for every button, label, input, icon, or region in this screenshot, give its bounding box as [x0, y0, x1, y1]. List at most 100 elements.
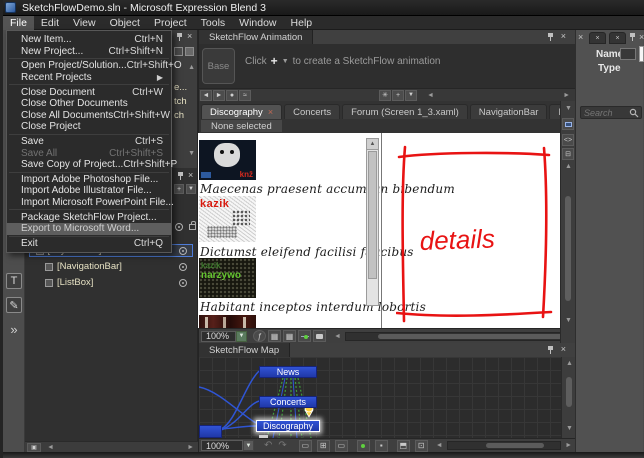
panel-tab[interactable]: ×	[609, 32, 626, 44]
scroll-down-icon[interactable]: ▼	[188, 150, 195, 157]
menu-item-open-project[interactable]: Open Project/Solution... Ctrl+Shift+O	[7, 60, 182, 72]
add-animation-icon[interactable]: +	[174, 184, 184, 194]
keyframe-icon[interactable]: ✳	[379, 89, 391, 101]
scrollbar-thumb[interactable]	[565, 196, 571, 301]
map-node-current-partial[interactable]	[199, 425, 222, 438]
zoom-dropdown-icon[interactable]: ▼	[236, 330, 247, 342]
name-input[interactable]	[620, 48, 636, 60]
animation-panel-tab[interactable]: SketchFlow Animation	[199, 30, 314, 44]
scrollbar-thumb[interactable]	[368, 151, 377, 279]
close-icon[interactable]: ×	[187, 32, 192, 41]
map-zoom-combo[interactable]: 100%	[201, 440, 243, 451]
go-first-frame-icon[interactable]: ◄	[200, 89, 212, 101]
map-vscrollbar[interactable]: ▲ ▼	[561, 357, 576, 438]
menu-item-recent-projects[interactable]: Recent Projects ▶	[7, 72, 171, 84]
annotation-bubble-icon[interactable]	[313, 330, 326, 342]
add-animation-plus-icon[interactable]: +	[271, 54, 278, 68]
menu-item-save[interactable]: Save Ctrl+S	[7, 136, 171, 148]
scroll-down-icon[interactable]: ▼	[565, 317, 572, 324]
artboard[interactable]: knž Maecenas praesent accumsan bibendum …	[198, 133, 560, 328]
album-thumbnail[interactable]: knž	[199, 140, 256, 180]
dropdown-icon[interactable]: ▼	[282, 58, 289, 65]
add-keyframe-icon[interactable]: +	[392, 89, 404, 101]
scroll-up-icon[interactable]: ▲	[188, 64, 195, 71]
menu-edit[interactable]: Edit	[34, 16, 66, 30]
text-tool-icon[interactable]: T	[6, 273, 22, 289]
map-node-concerts[interactable]: Concerts	[259, 396, 317, 408]
album-thumbnail-partial[interactable]	[199, 315, 256, 328]
scroll-right-icon[interactable]: ►	[563, 92, 570, 99]
dropdown-icon[interactable]: ▼	[186, 184, 196, 194]
add-screen-icon[interactable]: ▭	[298, 439, 312, 452]
album-thumbnail[interactable]: kazik	[199, 196, 256, 242]
menu-item-package-sketchflow[interactable]: Package SketchFlow Project...	[7, 211, 171, 223]
map-canvas[interactable]: News Concerts Discography	[199, 357, 561, 438]
ease-wave-icon[interactable]: ≈	[239, 89, 251, 101]
menu-file[interactable]: File	[3, 15, 34, 30]
tab-forum[interactable]: Forum (Screen 1_3.xaml)	[342, 104, 468, 119]
asset-shape-tool-icon[interactable]: ✎	[6, 297, 22, 313]
map-hscrollbar[interactable]	[446, 441, 562, 450]
record-icon[interactable]: ●	[226, 89, 238, 101]
menu-tools[interactable]: Tools	[194, 16, 233, 30]
add-annotation-icon[interactable]: ▭	[334, 439, 348, 452]
menu-object[interactable]: Object	[103, 16, 147, 30]
tab-navigationbar[interactable]: NavigationBar	[469, 104, 548, 119]
pin-icon[interactable]	[547, 346, 554, 355]
map-node-discography[interactable]: Discography	[256, 420, 320, 432]
add-component-screen-icon[interactable]: ⊞	[316, 439, 330, 452]
menu-item-close-all-documents[interactable]: Close All Documents Ctrl+Shift+W	[7, 110, 171, 122]
scrollbar-thumb[interactable]	[566, 377, 572, 407]
menu-project[interactable]: Project	[147, 16, 194, 30]
artboard-hscrollbar[interactable]	[344, 331, 571, 341]
menu-item-save-copy-of-project[interactable]: Save Copy of Project... Ctrl+Shift+P	[7, 159, 177, 171]
scroll-up-icon[interactable]: ▲	[566, 360, 573, 367]
menu-item-export-to-word[interactable]: Export to Microsoft Word...	[7, 222, 171, 235]
snap-grid-icon[interactable]: ▦	[283, 330, 296, 342]
scroll-down-icon[interactable]: ▼	[566, 425, 573, 432]
tab-concerts[interactable]: Concerts	[284, 104, 341, 119]
scroll-up-icon[interactable]: ▲	[367, 139, 378, 150]
close-icon[interactable]: ×	[188, 171, 193, 180]
scrollbar-thumb[interactable]	[485, 443, 544, 448]
project-file-fragment[interactable]: e...	[174, 82, 187, 93]
scroll-left-icon[interactable]: ◄	[47, 444, 54, 451]
close-icon[interactable]: ×	[561, 345, 566, 354]
menu-help[interactable]: Help	[284, 16, 320, 30]
menu-item-import-illustrator[interactable]: Import Adobe Illustrator File...	[7, 185, 171, 197]
album-thumbnail[interactable]: kazik narzywo	[199, 258, 256, 298]
tree-item-listbox[interactable]: [ListBox]	[29, 276, 193, 289]
menu-item-import-powerpoint[interactable]: Import Microsoft PowerPoint File...	[7, 197, 174, 209]
menu-item-new-item[interactable]: New Item... Ctrl+N	[7, 34, 171, 46]
tab-discography[interactable]: Discography ×	[201, 104, 283, 119]
search-input[interactable]	[581, 107, 629, 118]
close-icon[interactable]: ×	[578, 33, 583, 42]
scroll-left-icon[interactable]: ◄	[436, 442, 443, 449]
menu-item-close-project[interactable]: Close Project	[7, 121, 171, 133]
menu-item-close-other-documents[interactable]: Close Other Documents	[7, 98, 171, 110]
pin-icon[interactable]	[177, 172, 184, 181]
scroll-right-icon[interactable]: ►	[187, 444, 194, 451]
menu-item-close-document[interactable]: Close Document Ctrl+W	[7, 86, 171, 98]
redo-icon[interactable]: ↷	[278, 440, 286, 451]
tree-item-navigationbar[interactable]: [NavigationBar]	[29, 260, 193, 273]
search-box[interactable]	[580, 106, 642, 119]
scroll-left-icon[interactable]: ◄	[334, 333, 341, 340]
dropdown-icon[interactable]: ▼	[405, 89, 417, 101]
panel-tab[interactable]: ×	[589, 32, 606, 44]
tab-scroll-icon[interactable]: ▼	[565, 105, 572, 112]
menu-window[interactable]: Window	[232, 16, 283, 30]
view-list-icon[interactable]	[185, 47, 194, 56]
close-tab-icon[interactable]: ×	[268, 107, 273, 117]
list-item-caption[interactable]: Habitant inceptos interdum lobortis	[200, 300, 426, 314]
menu-item-exit[interactable]: Exit Ctrl+Q	[7, 238, 171, 250]
menu-item-new-project[interactable]: New Project... Ctrl+Shift+N	[7, 46, 171, 58]
menu-item-import-photoshop[interactable]: Import Adobe Photoshop File...	[7, 174, 171, 186]
map-node-news[interactable]: News	[259, 366, 317, 378]
project-file-fragment[interactable]: ch	[174, 110, 184, 121]
xaml-view-icon[interactable]: <>	[562, 134, 574, 146]
pin-icon[interactable]	[629, 33, 636, 42]
undo-icon[interactable]: ↶	[264, 440, 272, 451]
eye-icon[interactable]	[179, 247, 187, 255]
storyboard-camera-icon[interactable]: ▣	[27, 442, 41, 452]
